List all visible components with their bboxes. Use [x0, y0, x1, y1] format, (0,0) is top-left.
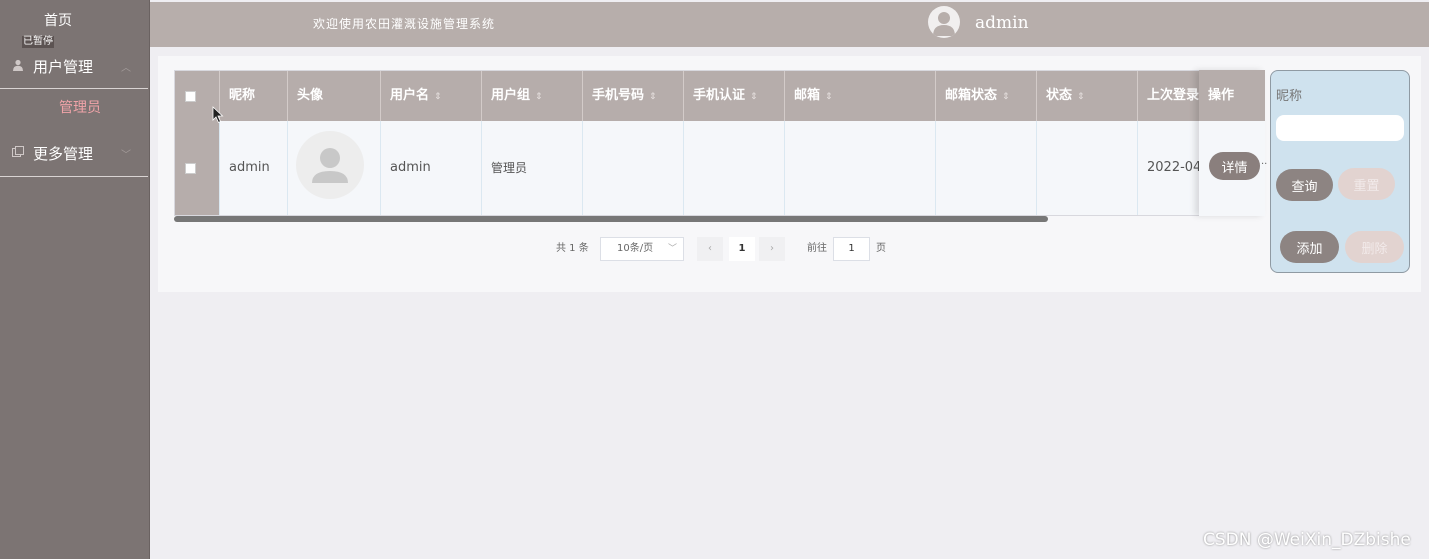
sort-icon[interactable]: ⇕ [434, 92, 442, 102]
delete-button[interactable]: 删除 [1345, 231, 1404, 263]
avatar[interactable] [928, 6, 960, 38]
col-label: 用户组 [491, 88, 531, 103]
col-nickname[interactable]: 昵称 [220, 71, 288, 121]
nickname-search-input[interactable] [1276, 115, 1404, 141]
sidebar-menu-label: 更多管理 [33, 144, 94, 163]
sort-icon[interactable]: ⇕ [1002, 92, 1010, 102]
col-operation: 操作 [1199, 70, 1265, 121]
col-label: 邮箱 [794, 88, 821, 103]
welcome-text: 欢迎使用农田灌溉设施管理系统 [313, 17, 496, 31]
page-number-current[interactable]: 1 [729, 237, 755, 261]
chevron-up-icon: ︿ [121, 63, 131, 74]
sidebar: 首页 已暂停 用户管理 ︿ 管理员 更多管理 ﹀ [0, 0, 150, 559]
sidebar-menu-label: 用户管理 [33, 57, 94, 76]
row-checkbox[interactable] [185, 163, 196, 174]
user-icon [13, 59, 23, 71]
divider [0, 88, 148, 89]
col-email[interactable]: 邮箱 ⇕ [785, 71, 936, 121]
col-label: 邮箱状态 [945, 88, 998, 103]
copy-icon [12, 146, 24, 157]
sort-icon[interactable]: ⇕ [535, 92, 543, 102]
goto-page-input[interactable]: 1 [833, 237, 870, 261]
col-label: 状态 [1046, 88, 1073, 103]
col-phone-verified[interactable]: 手机认证 ⇕ [684, 71, 785, 121]
user-placeholder-icon [312, 148, 348, 183]
cell-username: admin [381, 121, 482, 215]
chevron-down-icon: ﹀ [667, 244, 677, 254]
col-status[interactable]: 状态 ⇕ [1037, 71, 1138, 121]
nickname-search-label: 昵称 [1276, 89, 1303, 104]
prev-page-button[interactable]: ‹ [697, 237, 723, 261]
sidebar-menu-more-management[interactable]: 更多管理 ﹀ [0, 133, 148, 173]
detail-button[interactable]: 详情 [1209, 152, 1260, 180]
table-header: 昵称 头像 用户名 ⇕ 用户组 ⇕ 手机号码 ⇕ 手机认证 ⇕ 邮箱 ⇕ 邮箱状态 ⇕ 状态… [175, 71, 1264, 121]
sidebar-item-admin[interactable]: 管理员 [0, 97, 148, 117]
sort-icon[interactable]: ⇕ [1077, 92, 1085, 102]
next-page-button[interactable]: › [759, 237, 785, 261]
page-suffix-label: 页 [876, 243, 886, 254]
header-username[interactable]: admin [975, 13, 1029, 33]
sort-icon[interactable]: ⇕ [750, 92, 758, 102]
select-all-checkbox[interactable] [185, 91, 196, 102]
page-size-select[interactable]: 10条/页 ﹀ [600, 237, 684, 261]
cell-email [785, 121, 936, 215]
pagination-total: 共 1 条 [556, 243, 589, 254]
sidebar-item-home[interactable]: 首页 [0, 10, 116, 30]
cell-phone [583, 121, 684, 215]
sidebar-menu-user-management[interactable]: 用户管理 ︿ [0, 46, 148, 86]
add-button[interactable]: 添加 [1280, 231, 1339, 263]
cell-email-status [936, 121, 1037, 215]
overflow-ellipsis: .. [1261, 156, 1268, 167]
watermark: CSDN @WeiXin_DZbishe [1203, 530, 1411, 550]
mouse-cursor-icon [212, 106, 224, 124]
sort-icon[interactable]: ⇕ [649, 92, 657, 102]
search-panel: 昵称 查询 重置 添加 删除 [1270, 70, 1410, 273]
col-usergroup[interactable]: 用户组 ⇕ [482, 71, 583, 121]
cell-phone-verified [684, 121, 785, 215]
cell-nickname: admin [220, 121, 288, 215]
user-avatar [296, 131, 364, 199]
col-label: 手机认证 [693, 88, 746, 103]
col-avatar: 头像 [288, 71, 381, 121]
page-size-value: 10条/页 [617, 243, 654, 254]
col-phone[interactable]: 手机号码 ⇕ [583, 71, 684, 121]
cell-usergroup: 管理员 [482, 121, 583, 215]
goto-label: 前往 [807, 243, 827, 254]
col-label: 用户名 [390, 88, 430, 103]
col-email-status[interactable]: 邮箱状态 ⇕ [936, 71, 1037, 121]
reset-button[interactable]: 重置 [1338, 168, 1395, 200]
chevron-down-icon: ﹀ [121, 150, 131, 161]
cell-status [1037, 121, 1138, 215]
top-header: 欢迎使用农田灌溉设施管理系统 admin [150, 2, 1429, 47]
row-select-cell [175, 121, 220, 215]
col-username[interactable]: 用户名 ⇕ [381, 71, 482, 121]
sort-icon[interactable]: ⇕ [825, 92, 833, 102]
user-avatar-icon [933, 12, 955, 36]
operation-column: 操作 详情 .. [1199, 70, 1268, 216]
query-button[interactable]: 查询 [1276, 169, 1333, 201]
divider [0, 176, 148, 177]
horizontal-scrollbar[interactable] [174, 216, 1048, 222]
col-label: 手机号码 [592, 88, 645, 103]
